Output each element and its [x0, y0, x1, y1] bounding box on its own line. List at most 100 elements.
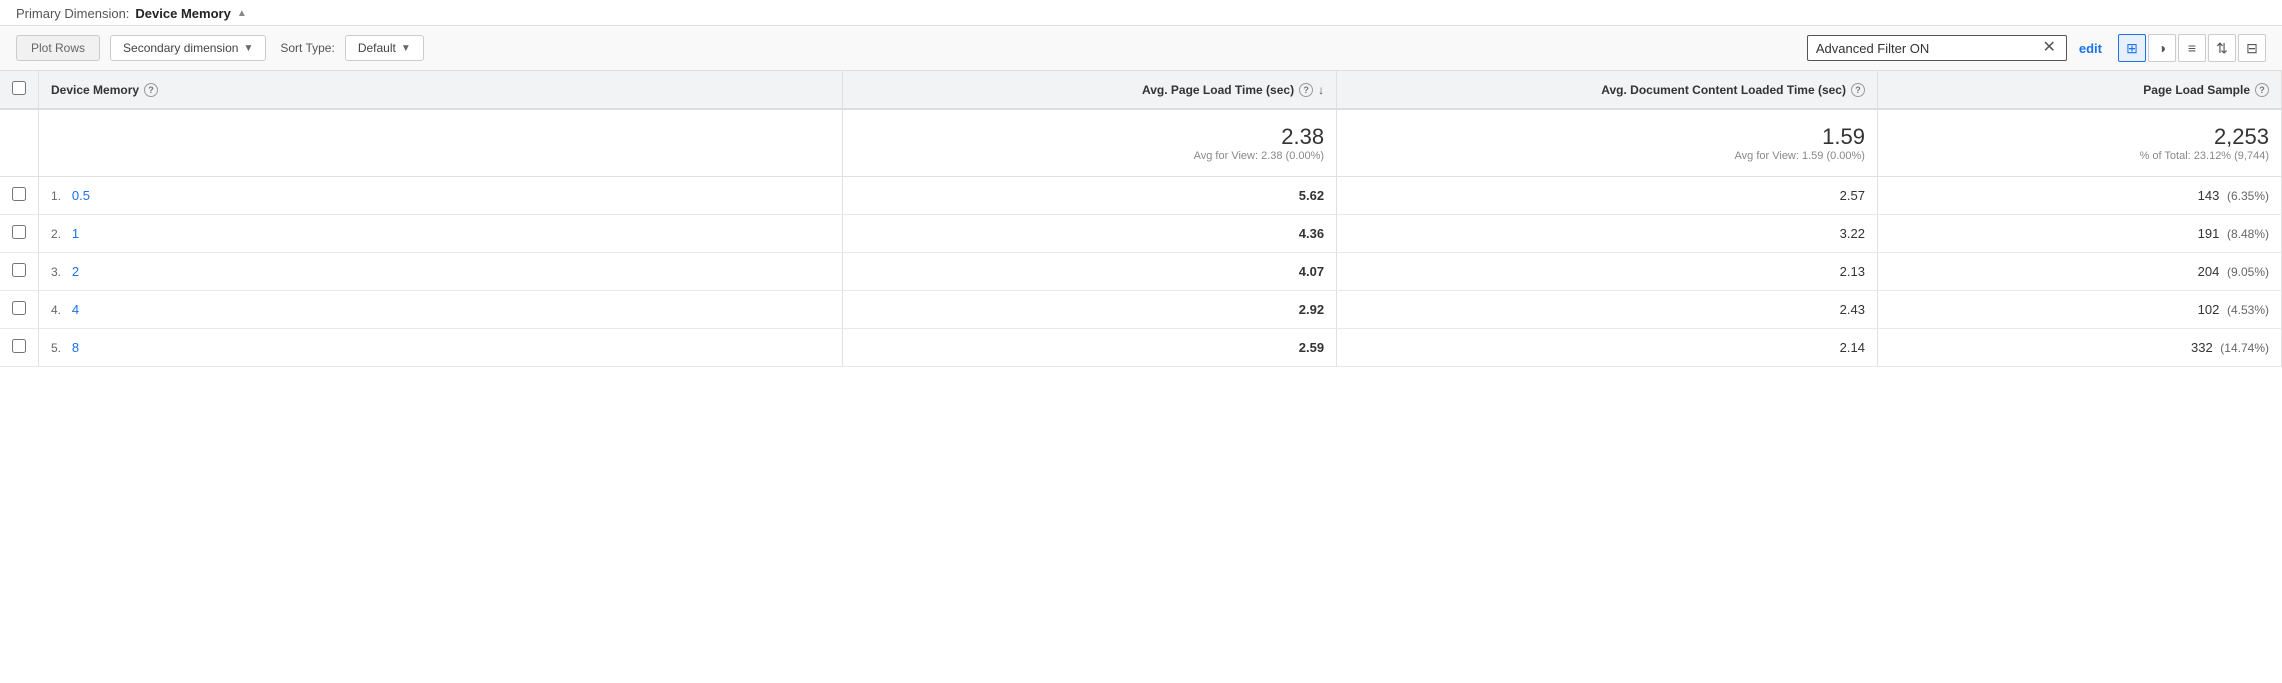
col-sample-label: Page Load Sample [2143, 83, 2250, 97]
row-device-cell-1: 2. 1 [39, 215, 843, 253]
table-row: 5. 8 2.59 2.14 332 (14.74%) [0, 329, 2282, 367]
row-num-1: 2. [51, 227, 61, 241]
advanced-filter-wrapper: ✕ [1807, 35, 2067, 61]
primary-dimension-label: Primary Dimension: [16, 6, 129, 21]
table-row: 3. 2 4.07 2.13 204 (9.05%) [0, 253, 2282, 291]
row-num-2: 3. [51, 265, 61, 279]
summary-row: 2.38 Avg for View: 2.38 (0.00%) 1.59 Avg… [0, 109, 2282, 177]
row-device-link-1[interactable]: 1 [72, 226, 79, 241]
header-device-memory: Device Memory ? [39, 71, 843, 109]
dimension-caret-icon: ▲ [237, 8, 247, 19]
col-device-help-icon[interactable]: ? [144, 83, 158, 97]
summary-avgload-cell: 2.38 Avg for View: 2.38 (0.00%) [842, 109, 1336, 177]
row-device-link-3[interactable]: 4 [72, 302, 79, 317]
row-checkbox-cell-0 [0, 177, 39, 215]
summary-sample-value: 2,253 [1890, 124, 2269, 150]
row-device-cell-4: 5. 8 [39, 329, 843, 367]
row-checkbox-2[interactable] [12, 263, 26, 277]
row-device-cell-2: 3. 2 [39, 253, 843, 291]
col-device-label: Device Memory [51, 83, 139, 97]
row-checkbox-cell-1 [0, 215, 39, 253]
row-num-3: 4. [51, 303, 61, 317]
table-header-row: Device Memory ? Avg. Page Load Time (sec… [0, 71, 2282, 109]
row-avgdoc-cell-0: 2.57 [1337, 177, 1878, 215]
row-avgdoc-cell-4: 2.14 [1337, 329, 1878, 367]
row-sample-cell-0: 143 (6.35%) [1877, 177, 2281, 215]
row-avgdoc-cell-1: 3.22 [1337, 215, 1878, 253]
row-checkbox-0[interactable] [12, 187, 26, 201]
row-sample-cell-3: 102 (4.53%) [1877, 291, 2281, 329]
table-row: 4. 4 2.92 2.43 102 (4.53%) [0, 291, 2282, 329]
row-device-link-2[interactable]: 2 [72, 264, 79, 279]
view-custom-button[interactable]: ⊟ [2238, 34, 2266, 62]
advanced-filter-input[interactable] [1816, 41, 2041, 56]
plot-rows-button[interactable]: Plot Rows [16, 35, 100, 61]
row-num-4: 5. [51, 341, 61, 355]
primary-dimension-value: Device Memory [135, 6, 230, 21]
view-grid-button[interactable]: ⊞ [2118, 34, 2146, 62]
row-device-link-4[interactable]: 8 [72, 340, 79, 355]
col-avgload-label: Avg. Page Load Time (sec) [1142, 83, 1294, 97]
sort-type-chevron-icon: ▼ [401, 43, 411, 54]
row-checkbox-cell-3 [0, 291, 39, 329]
row-sample-cell-1: 191 (8.48%) [1877, 215, 2281, 253]
row-checkbox-3[interactable] [12, 301, 26, 315]
view-list-button[interactable]: ≡ [2178, 34, 2206, 62]
summary-avgdoc-value: 1.59 [1349, 124, 1865, 150]
header-avg-page-load: Avg. Page Load Time (sec) ? ↓ [842, 71, 1336, 109]
view-pie-button[interactable]: ◑ [2148, 34, 2176, 62]
row-num-0: 1. [51, 189, 61, 203]
summary-sample-sub: % of Total: 23.12% (9,744) [1890, 150, 2269, 162]
row-checkbox-1[interactable] [12, 225, 26, 239]
row-checkbox-cell-2 [0, 253, 39, 291]
filter-clear-button[interactable]: ✕ [2040, 40, 2057, 56]
row-sample-cell-4: 332 (14.74%) [1877, 329, 2281, 367]
row-device-link-0[interactable]: 0.5 [72, 188, 90, 203]
row-avgload-cell-2: 4.07 [842, 253, 1336, 291]
row-avgload-cell-1: 4.36 [842, 215, 1336, 253]
select-all-checkbox[interactable] [12, 81, 26, 95]
secondary-dimension-label: Secondary dimension [123, 41, 238, 55]
row-avgdoc-cell-2: 2.13 [1337, 253, 1878, 291]
row-sample-pct-0: (6.35%) [2227, 189, 2269, 203]
row-sample-pct-4: (14.74%) [2220, 341, 2269, 355]
row-device-cell-0: 1. 0.5 [39, 177, 843, 215]
sort-type-value: Default [358, 41, 396, 55]
row-avgdoc-cell-3: 2.43 [1337, 291, 1878, 329]
col-avgload-sort-icon[interactable]: ↓ [1318, 83, 1324, 97]
summary-sample-cell: 2,253 % of Total: 23.12% (9,744) [1877, 109, 2281, 177]
summary-avgload-sub: Avg for View: 2.38 (0.00%) [855, 150, 1324, 162]
secondary-dimension-dropdown[interactable]: Secondary dimension ▼ [110, 35, 266, 61]
summary-avgload-value: 2.38 [855, 124, 1324, 150]
summary-checkbox-cell [0, 109, 39, 177]
summary-avgdoc-cell: 1.59 Avg for View: 1.59 (0.00%) [1337, 109, 1878, 177]
filter-edit-link[interactable]: edit [2079, 41, 2102, 56]
row-avgload-cell-4: 2.59 [842, 329, 1336, 367]
primary-dimension-bar: Primary Dimension: Device Memory ▲ [0, 0, 2282, 26]
col-sample-help-icon[interactable]: ? [2255, 83, 2269, 97]
col-avgload-help-icon[interactable]: ? [1299, 83, 1313, 97]
sort-type-label: Sort Type: [280, 41, 334, 55]
table-row: 2. 1 4.36 3.22 191 (8.48%) [0, 215, 2282, 253]
row-sample-cell-2: 204 (9.05%) [1877, 253, 2281, 291]
header-page-load-sample: Page Load Sample ? [1877, 71, 2281, 109]
header-checkbox-cell [0, 71, 39, 109]
secondary-dimension-chevron-icon: ▼ [243, 43, 253, 54]
summary-avgdoc-sub: Avg for View: 1.59 (0.00%) [1349, 150, 1865, 162]
row-sample-pct-1: (8.48%) [2227, 227, 2269, 241]
row-sample-pct-3: (4.53%) [2227, 303, 2269, 317]
col-avgdoc-label: Avg. Document Content Loaded Time (sec) [1601, 83, 1846, 97]
row-avgload-cell-3: 2.92 [842, 291, 1336, 329]
table-row: 1. 0.5 5.62 2.57 143 (6.35%) [0, 177, 2282, 215]
data-table: Device Memory ? Avg. Page Load Time (sec… [0, 71, 2282, 367]
row-sample-pct-2: (9.05%) [2227, 265, 2269, 279]
row-checkbox-4[interactable] [12, 339, 26, 353]
row-device-cell-3: 4. 4 [39, 291, 843, 329]
sort-type-dropdown[interactable]: Default ▼ [345, 35, 424, 61]
col-avgdoc-help-icon[interactable]: ? [1851, 83, 1865, 97]
toolbar: Plot Rows Secondary dimension ▼ Sort Typ… [0, 26, 2282, 71]
view-pivot-button[interactable]: ⇅ [2208, 34, 2236, 62]
header-avg-doc-loaded: Avg. Document Content Loaded Time (sec) … [1337, 71, 1878, 109]
summary-device-cell [39, 109, 843, 177]
row-avgload-cell-0: 5.62 [842, 177, 1336, 215]
